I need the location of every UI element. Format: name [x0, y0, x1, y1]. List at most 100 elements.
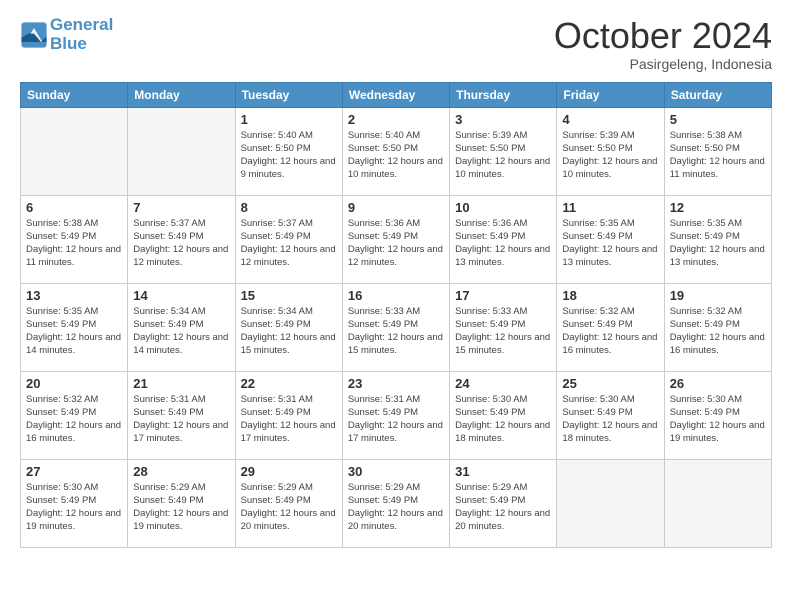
calendar-cell: 26 Sunrise: 5:30 AM Sunset: 5:49 PM Dayli… — [664, 371, 771, 459]
calendar-cell: 27 Sunrise: 5:30 AM Sunset: 5:49 PM Dayli… — [21, 459, 128, 547]
day-info: Sunrise: 5:32 AM Sunset: 5:49 PM Dayligh… — [670, 305, 766, 358]
logo: General Blue — [20, 16, 113, 53]
day-number: 20 — [26, 376, 122, 391]
calendar-cell: 14 Sunrise: 5:34 AM Sunset: 5:49 PM Dayli… — [128, 283, 235, 371]
day-number: 3 — [455, 112, 551, 127]
calendar-cell: 13Sunrise: 5:35 AM Sunset: 5:49 PM Dayli… — [21, 283, 128, 371]
day-info: Sunrise: 5:40 AM Sunset: 5:50 PM Dayligh… — [348, 129, 444, 182]
calendar-cell: 12 Sunrise: 5:35 AM Sunset: 5:49 PM Dayli… — [664, 195, 771, 283]
day-info: Sunrise: 5:36 AM Sunset: 5:49 PM Dayligh… — [348, 217, 444, 270]
calendar-cell: 10 Sunrise: 5:36 AM Sunset: 5:49 PM Dayli… — [450, 195, 557, 283]
weekday-header: Saturday — [664, 82, 771, 107]
calendar-row: 1Sunrise: 5:40 AM Sunset: 5:50 PM Daylig… — [21, 107, 772, 195]
day-info: Sunrise: 5:30 AM Sunset: 5:49 PM Dayligh… — [670, 393, 766, 446]
calendar-cell: 16Sunrise: 5:33 AM Sunset: 5:49 PM Dayli… — [342, 283, 449, 371]
day-number: 30 — [348, 464, 444, 479]
calendar-cell — [557, 459, 664, 547]
calendar-cell: 6Sunrise: 5:38 AM Sunset: 5:49 PM Daylig… — [21, 195, 128, 283]
calendar-cell: 3 Sunrise: 5:39 AM Sunset: 5:50 PM Daylig… — [450, 107, 557, 195]
weekday-header: Friday — [557, 82, 664, 107]
calendar-cell: 21 Sunrise: 5:31 AM Sunset: 5:49 PM Dayli… — [128, 371, 235, 459]
day-number: 25 — [562, 376, 658, 391]
month-title: October 2024 — [554, 16, 772, 56]
day-info: Sunrise: 5:37 AM Sunset: 5:49 PM Dayligh… — [133, 217, 229, 270]
day-number: 9 — [348, 200, 444, 215]
calendar-cell: 20 Sunrise: 5:32 AM Sunset: 5:49 PM Dayli… — [21, 371, 128, 459]
day-info: Sunrise: 5:36 AM Sunset: 5:49 PM Dayligh… — [455, 217, 551, 270]
calendar-cell: 30Sunrise: 5:29 AM Sunset: 5:49 PM Dayli… — [342, 459, 449, 547]
calendar-cell: 15Sunrise: 5:34 AM Sunset: 5:49 PM Dayli… — [235, 283, 342, 371]
day-info: Sunrise: 5:31 AM Sunset: 5:49 PM Dayligh… — [241, 393, 337, 446]
day-number: 24 — [455, 376, 551, 391]
logo-line2: Blue — [50, 34, 87, 53]
day-info: Sunrise: 5:39 AM Sunset: 5:50 PM Dayligh… — [562, 129, 658, 182]
day-info: Sunrise: 5:31 AM Sunset: 5:49 PM Dayligh… — [348, 393, 444, 446]
calendar-cell — [128, 107, 235, 195]
day-number: 7 — [133, 200, 229, 215]
calendar-cell: 4 Sunrise: 5:39 AM Sunset: 5:50 PM Daylig… — [557, 107, 664, 195]
weekday-header: Monday — [128, 82, 235, 107]
calendar-header: SundayMondayTuesdayWednesdayThursdayFrid… — [21, 82, 772, 107]
day-info: Sunrise: 5:29 AM Sunset: 5:49 PM Dayligh… — [133, 481, 229, 534]
calendar-cell: 28 Sunrise: 5:29 AM Sunset: 5:49 PM Dayli… — [128, 459, 235, 547]
day-number: 22 — [241, 376, 337, 391]
day-info: Sunrise: 5:30 AM Sunset: 5:49 PM Dayligh… — [26, 481, 122, 534]
day-number: 17 — [455, 288, 551, 303]
weekday-header: Wednesday — [342, 82, 449, 107]
day-number: 26 — [670, 376, 766, 391]
weekday-header: Sunday — [21, 82, 128, 107]
title-block: October 2024 Pasirgeleng, Indonesia — [554, 16, 772, 72]
calendar-cell: 7 Sunrise: 5:37 AM Sunset: 5:49 PM Daylig… — [128, 195, 235, 283]
day-info: Sunrise: 5:39 AM Sunset: 5:50 PM Dayligh… — [455, 129, 551, 182]
day-number: 10 — [455, 200, 551, 215]
calendar-cell: 5Sunrise: 5:38 AM Sunset: 5:50 PM Daylig… — [664, 107, 771, 195]
calendar-body: 1Sunrise: 5:40 AM Sunset: 5:50 PM Daylig… — [21, 107, 772, 547]
day-number: 8 — [241, 200, 337, 215]
day-number: 4 — [562, 112, 658, 127]
calendar-cell: 25Sunrise: 5:30 AM Sunset: 5:49 PM Dayli… — [557, 371, 664, 459]
calendar-cell: 1Sunrise: 5:40 AM Sunset: 5:50 PM Daylig… — [235, 107, 342, 195]
calendar-cell — [664, 459, 771, 547]
weekday-header: Thursday — [450, 82, 557, 107]
calendar: SundayMondayTuesdayWednesdayThursdayFrid… — [20, 82, 772, 548]
day-number: 28 — [133, 464, 229, 479]
calendar-cell: 31Sunrise: 5:29 AM Sunset: 5:49 PM Dayli… — [450, 459, 557, 547]
header: General Blue October 2024 Pasirgeleng, I… — [20, 16, 772, 72]
day-info: Sunrise: 5:30 AM Sunset: 5:49 PM Dayligh… — [455, 393, 551, 446]
day-info: Sunrise: 5:31 AM Sunset: 5:49 PM Dayligh… — [133, 393, 229, 446]
day-info: Sunrise: 5:37 AM Sunset: 5:49 PM Dayligh… — [241, 217, 337, 270]
calendar-cell: 9 Sunrise: 5:36 AM Sunset: 5:49 PM Daylig… — [342, 195, 449, 283]
day-number: 11 — [562, 200, 658, 215]
day-number: 27 — [26, 464, 122, 479]
day-number: 14 — [133, 288, 229, 303]
day-number: 21 — [133, 376, 229, 391]
page: General Blue October 2024 Pasirgeleng, I… — [0, 0, 792, 612]
day-info: Sunrise: 5:34 AM Sunset: 5:49 PM Dayligh… — [133, 305, 229, 358]
calendar-cell: 11Sunrise: 5:35 AM Sunset: 5:49 PM Dayli… — [557, 195, 664, 283]
day-info: Sunrise: 5:35 AM Sunset: 5:49 PM Dayligh… — [670, 217, 766, 270]
day-info: Sunrise: 5:40 AM Sunset: 5:50 PM Dayligh… — [241, 129, 337, 182]
day-info: Sunrise: 5:32 AM Sunset: 5:49 PM Dayligh… — [562, 305, 658, 358]
day-info: Sunrise: 5:32 AM Sunset: 5:49 PM Dayligh… — [26, 393, 122, 446]
day-info: Sunrise: 5:29 AM Sunset: 5:49 PM Dayligh… — [455, 481, 551, 534]
calendar-cell — [21, 107, 128, 195]
day-number: 6 — [26, 200, 122, 215]
day-number: 15 — [241, 288, 337, 303]
day-info: Sunrise: 5:33 AM Sunset: 5:49 PM Dayligh… — [455, 305, 551, 358]
calendar-cell: 8 Sunrise: 5:37 AM Sunset: 5:49 PM Daylig… — [235, 195, 342, 283]
calendar-cell: 18Sunrise: 5:32 AM Sunset: 5:49 PM Dayli… — [557, 283, 664, 371]
logo-line1: General — [50, 15, 113, 34]
location: Pasirgeleng, Indonesia — [554, 56, 772, 72]
logo-text: General Blue — [50, 16, 113, 53]
calendar-row: 13Sunrise: 5:35 AM Sunset: 5:49 PM Dayli… — [21, 283, 772, 371]
calendar-row: 6Sunrise: 5:38 AM Sunset: 5:49 PM Daylig… — [21, 195, 772, 283]
weekday-header: Tuesday — [235, 82, 342, 107]
day-info: Sunrise: 5:29 AM Sunset: 5:49 PM Dayligh… — [241, 481, 337, 534]
calendar-cell: 29 Sunrise: 5:29 AM Sunset: 5:49 PM Dayli… — [235, 459, 342, 547]
day-info: Sunrise: 5:38 AM Sunset: 5:50 PM Dayligh… — [670, 129, 766, 182]
day-number: 12 — [670, 200, 766, 215]
calendar-row: 20 Sunrise: 5:32 AM Sunset: 5:49 PM Dayli… — [21, 371, 772, 459]
day-number: 2 — [348, 112, 444, 127]
day-info: Sunrise: 5:35 AM Sunset: 5:49 PM Dayligh… — [26, 305, 122, 358]
day-number: 29 — [241, 464, 337, 479]
